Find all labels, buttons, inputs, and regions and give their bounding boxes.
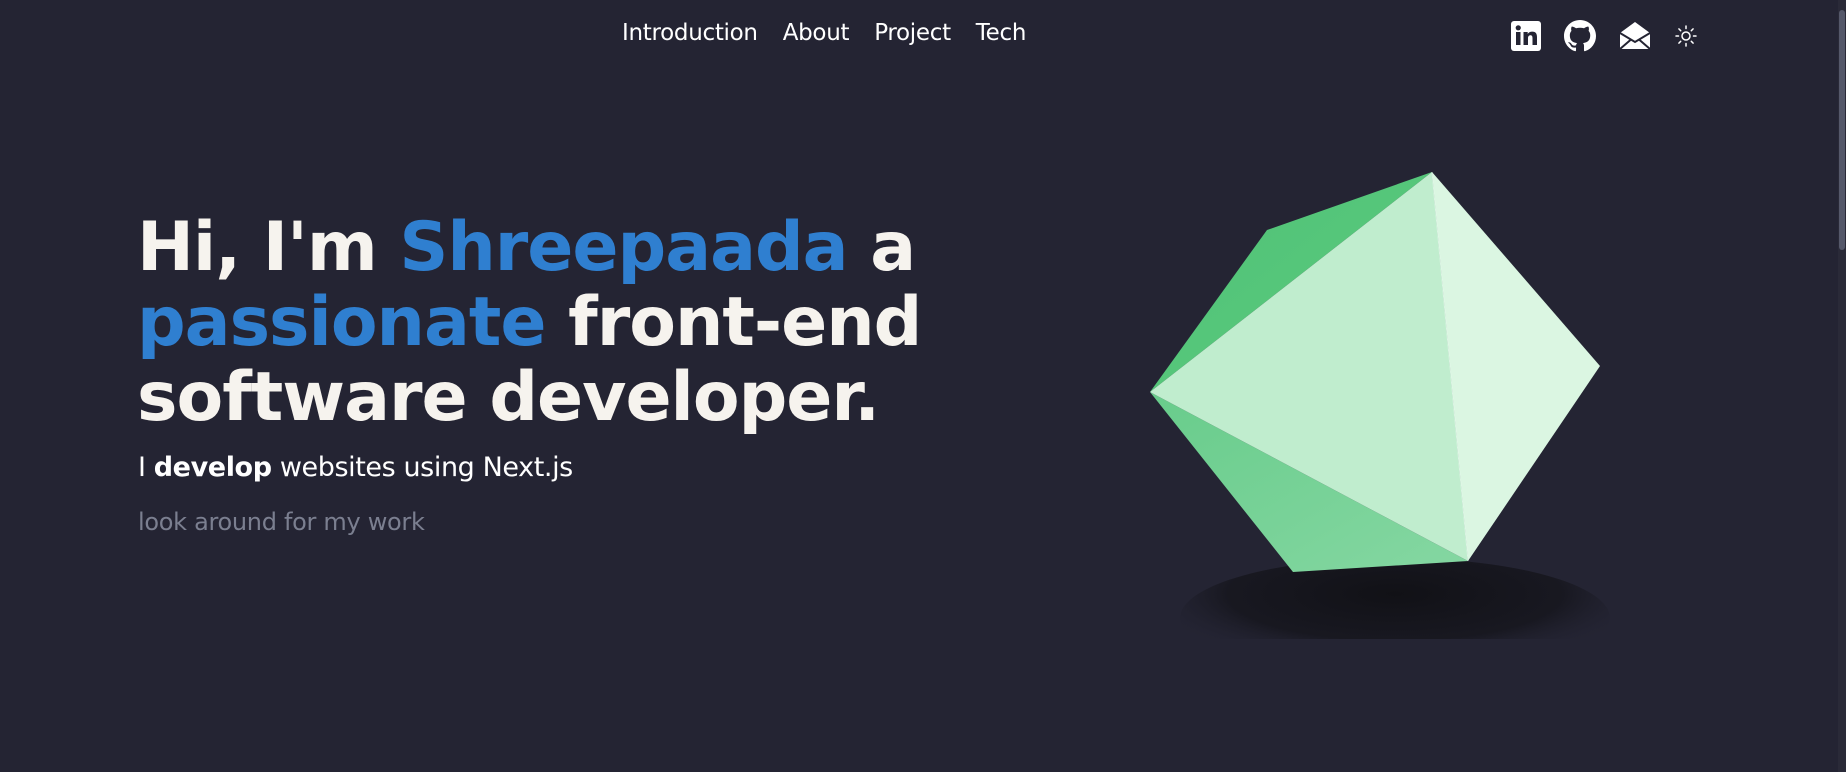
top-nav: Introduction About Project Tech xyxy=(622,20,1026,46)
nav-tech[interactable]: Tech xyxy=(976,20,1027,46)
page: Introduction About Project Tech Hi, I'm … xyxy=(0,0,1846,772)
shadow-floor xyxy=(1100,639,1620,650)
mail-icon[interactable] xyxy=(1618,20,1652,52)
nav-project[interactable]: Project xyxy=(874,20,951,46)
page-scrollbar[interactable] xyxy=(1838,0,1846,772)
hero-sub-suffix: websites using Next.js xyxy=(271,452,573,483)
hero-name: Shreepaada xyxy=(399,208,848,287)
hero-sub-bold: develop xyxy=(153,452,272,483)
github-icon[interactable] xyxy=(1564,20,1596,52)
octahedron-3d-model[interactable] xyxy=(1100,150,1620,678)
hero-hint: look around for my work xyxy=(138,508,425,536)
linkedin-icon[interactable] xyxy=(1510,20,1542,52)
scrollbar-thumb[interactable] xyxy=(1839,10,1845,250)
gem-shadow xyxy=(1180,558,1610,678)
nav-introduction[interactable]: Introduction xyxy=(622,20,758,46)
hero-heading: Hi, I'm Shreepaada a passionate front-en… xyxy=(137,210,937,435)
hero-adjective: passionate xyxy=(137,283,546,362)
hero-sub-prefix: I xyxy=(138,452,154,483)
social-links xyxy=(1510,20,1698,52)
hero-connector: a xyxy=(847,208,916,287)
hero-subtitle: I develop websites using Next.js xyxy=(138,452,573,483)
hero-greeting: Hi, I'm xyxy=(137,208,400,287)
nav-about[interactable]: About xyxy=(783,20,850,46)
sun-icon[interactable] xyxy=(1674,24,1698,48)
